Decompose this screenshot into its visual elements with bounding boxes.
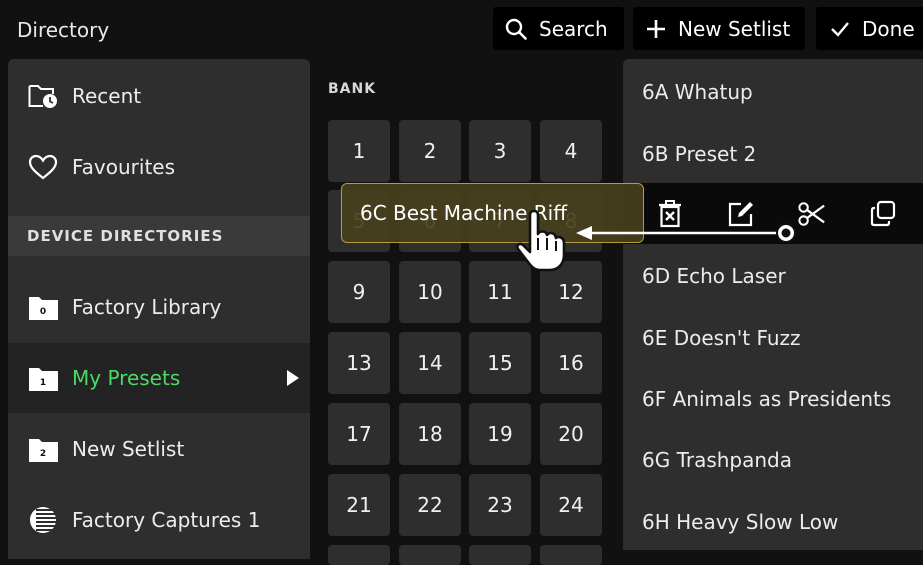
bank-cell[interactable]: 18 (399, 403, 461, 465)
bank-cell[interactable]: 23 (469, 474, 531, 536)
bank-cell-partial[interactable] (540, 545, 602, 565)
section-header-device-directories: DEVICE DIRECTORIES (8, 216, 310, 256)
bank-cell[interactable]: 1 (328, 120, 390, 182)
plus-icon (647, 19, 665, 38)
copy-icon (870, 200, 896, 227)
sidebar-item-label: Recent (72, 84, 142, 108)
heart-icon (26, 152, 60, 182)
bank-cell[interactable]: 2 (399, 120, 461, 182)
sidebar-item-label: Factory Library (72, 295, 222, 319)
triangle-right-icon (287, 370, 299, 386)
sidebar-item-new-setlist[interactable]: 2 New Setlist (8, 414, 310, 484)
drag-arrow-head (576, 226, 592, 240)
sidebar-item-recent[interactable]: Recent (8, 61, 310, 131)
done-button[interactable]: Done (816, 7, 923, 50)
bank-cell[interactable]: 17 (328, 403, 390, 465)
drag-gesture-overlay (516, 209, 796, 272)
search-label: Search (539, 16, 608, 41)
bank-cell[interactable]: 21 (328, 474, 390, 536)
bank-cell[interactable]: 22 (399, 474, 461, 536)
sidebar-item-my-presets[interactable]: 1 My Presets (8, 343, 310, 413)
folder-badge: 0 (39, 306, 47, 317)
bank-cell[interactable]: 4 (540, 120, 602, 182)
sidebar-item-favourites[interactable]: Favourites (8, 132, 310, 202)
bank-label: BANK (328, 81, 377, 97)
folder-badge: 1 (39, 377, 47, 388)
new-setlist-button[interactable]: New Setlist (633, 7, 805, 50)
folder-icon: 2 (26, 434, 60, 464)
search-button[interactable]: Search (493, 7, 624, 50)
bank-cell[interactable]: 3 (469, 120, 531, 182)
sidebar-item-label: Factory Captures 1 (72, 508, 261, 532)
preset-item[interactable]: 6G Trashpanda (642, 448, 792, 472)
hand-pointer-icon (516, 209, 566, 272)
bank-cell[interactable]: 20 (540, 403, 602, 465)
search-icon (505, 18, 527, 40)
sidebar-item-factory-captures-1[interactable]: Factory Captures 1 (8, 485, 310, 555)
folder-icon: 1 (26, 363, 60, 393)
bank-cell-partial[interactable] (469, 545, 531, 565)
bank-cell[interactable]: 15 (469, 332, 531, 394)
bank-cell[interactable]: 9 (328, 261, 390, 323)
sidebar-item-label: My Presets (72, 366, 181, 390)
checkmark-icon (831, 21, 849, 37)
bank-cell-partial[interactable] (328, 545, 390, 565)
preset-item[interactable]: 6E Doesn't Fuzz (642, 326, 801, 350)
recent-folder-icon (26, 81, 60, 111)
preset-item[interactable]: 6F Animals as Presidents (642, 387, 891, 411)
bank-cell[interactable]: 19 (469, 403, 531, 465)
preset-item[interactable]: 6A Whatup (642, 80, 753, 104)
capture-disc-icon (26, 505, 60, 535)
folder-icon: 0 (26, 292, 60, 322)
page-title: Directory (17, 18, 110, 42)
bank-cell[interactable]: 14 (399, 332, 461, 394)
done-label: Done (862, 16, 915, 41)
bank-cell[interactable]: 24 (540, 474, 602, 536)
sidebar-item-factory-library[interactable]: 0 Factory Library (8, 272, 310, 342)
preset-item[interactable]: 6B Preset 2 (642, 142, 756, 166)
folder-badge: 2 (39, 448, 47, 459)
bank-cell[interactable]: 13 (328, 332, 390, 394)
copy-button[interactable] (869, 200, 897, 228)
bank-cell[interactable]: 10 (399, 261, 461, 323)
new-setlist-label: New Setlist (678, 16, 791, 41)
bank-cell-partial[interactable] (399, 545, 461, 565)
sidebar-item-label: New Setlist (72, 437, 185, 461)
sidebar: Recent Favourites DEVICE DIRECTORIES 0 F… (8, 59, 310, 559)
sidebar-item-label: Favourites (72, 155, 176, 179)
preset-item[interactable]: 6H Heavy Slow Low (642, 510, 838, 534)
preset-list: 6A Whatup 6B Preset 2 6D Echo Laser 6E D… (623, 59, 923, 550)
bank-cell[interactable]: 16 (540, 332, 602, 394)
